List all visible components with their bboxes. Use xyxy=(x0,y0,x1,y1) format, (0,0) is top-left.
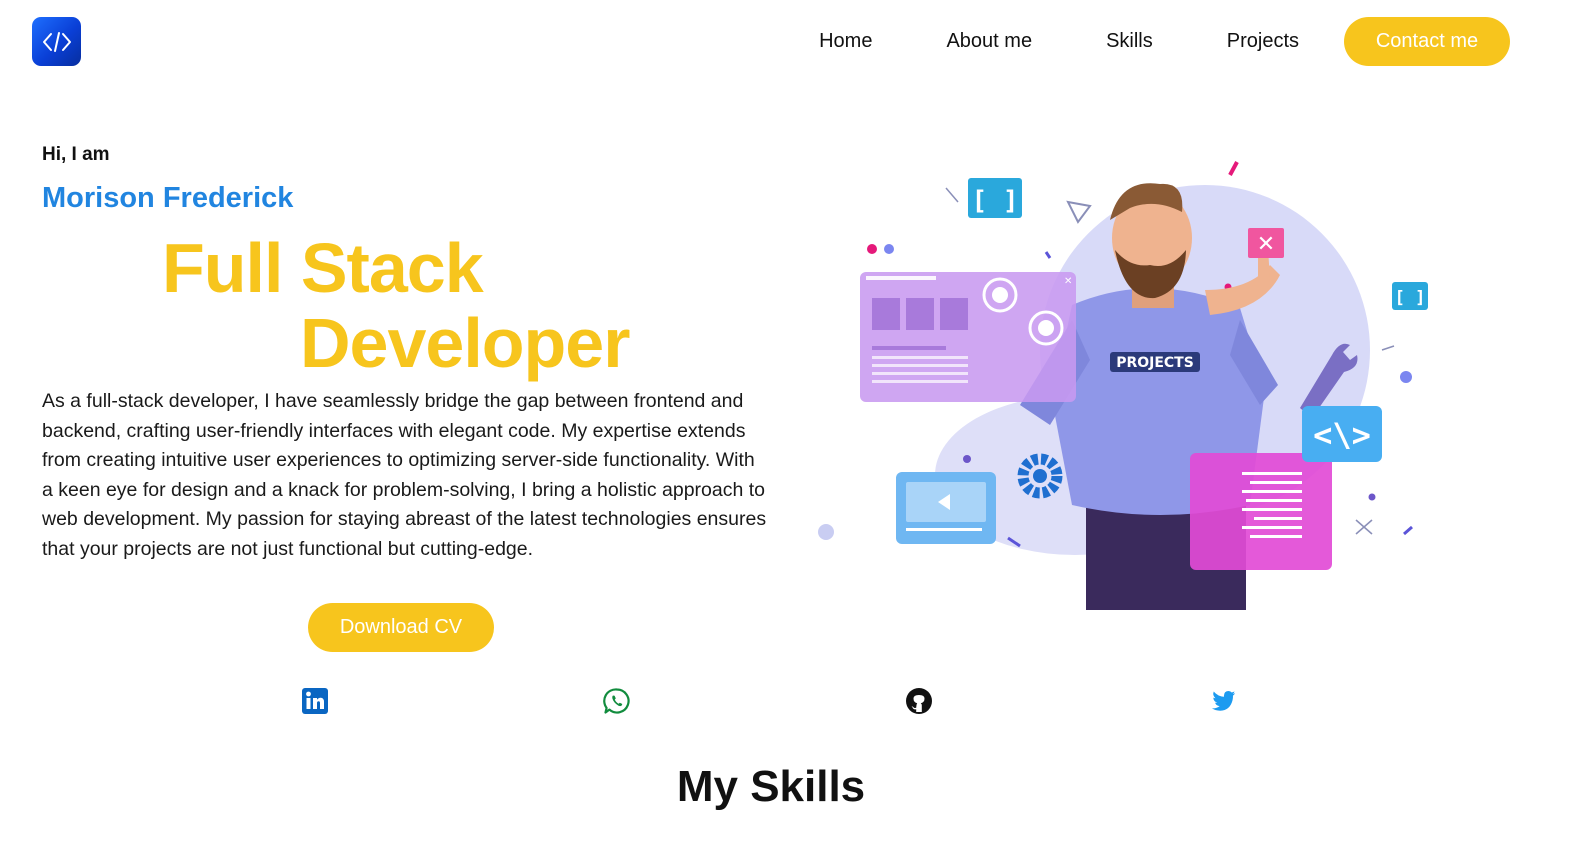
github-icon xyxy=(906,688,932,714)
code-brackets-icon xyxy=(42,31,71,52)
nav-skills[interactable]: Skills xyxy=(1106,30,1153,53)
site-logo[interactable] xyxy=(32,17,81,66)
shirt-label-text: PROJECTS xyxy=(1116,355,1194,371)
whatsapp-link[interactable] xyxy=(603,687,631,715)
developer-illustration: [ ] [ ] PROJECTS ✕ ✕ <\> xyxy=(818,161,1428,610)
code-panel xyxy=(1190,453,1332,570)
bio-paragraph: As a full-stack developer, I have seamle… xyxy=(42,390,767,560)
hero-title-line1: Full Stack xyxy=(162,229,484,307)
twitter-link[interactable] xyxy=(1209,687,1237,715)
linkedin-icon xyxy=(302,688,328,714)
github-link[interactable] xyxy=(905,687,933,715)
close-icon: ✕ xyxy=(1257,232,1275,257)
main-nav: Home About me Skills Projects Contact me xyxy=(819,17,1510,66)
nav-projects[interactable]: Projects xyxy=(1227,30,1299,53)
developer-name: Morison Frederick xyxy=(42,182,294,214)
linkedin-link[interactable] xyxy=(301,687,329,715)
skills-section-title: My Skills xyxy=(676,762,866,811)
triangle-decoration xyxy=(1066,200,1092,224)
contact-me-button[interactable]: Contact me xyxy=(1344,17,1510,66)
download-cv-button[interactable]: Download CV xyxy=(308,603,494,652)
twitter-icon xyxy=(1211,691,1236,711)
bracket-tile-left-glyph: [ ] xyxy=(972,186,1019,216)
greeting-text: Hi, I am xyxy=(42,144,110,165)
bracket-tile-right-glyph: [ ] xyxy=(1395,288,1426,308)
code-tag-glyph: <\> xyxy=(1313,416,1371,454)
nav-home[interactable]: Home xyxy=(819,30,872,53)
svg-text:✕: ✕ xyxy=(1064,276,1072,287)
whatsapp-icon xyxy=(603,688,630,714)
nav-about-me[interactable]: About me xyxy=(946,30,1032,53)
hero-title-line2: Developer xyxy=(300,304,630,382)
